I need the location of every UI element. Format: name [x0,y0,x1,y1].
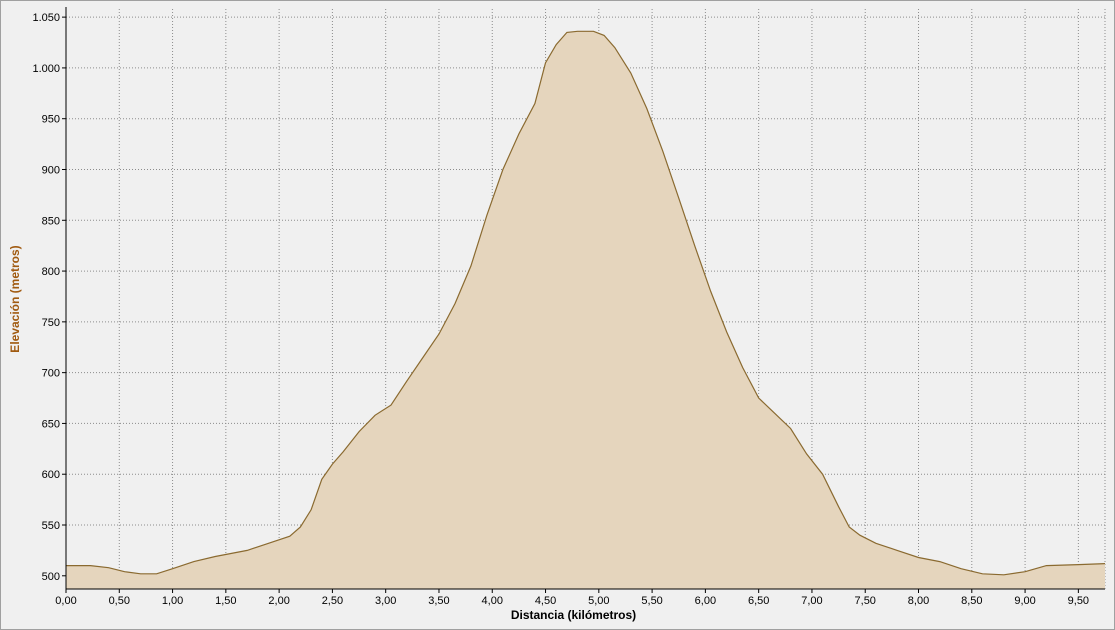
y-tick-label: 550 [42,520,60,532]
x-tick-label: 3,00 [375,595,396,607]
x-tick-label: 4,00 [482,595,503,607]
x-tick-label: 8,50 [961,595,982,607]
x-tick-label: 9,50 [1068,595,1089,607]
y-tick-label: 850 [42,215,60,227]
x-tick-label: 7,50 [855,595,876,607]
y-tick-labels: 500 550 600 650 700 750 800 850 900 950 1.000 1.050 [32,12,60,583]
x-tick-label: 8,00 [908,595,929,607]
y-tick-label: 500 [42,571,60,583]
y-tick-label: 900 [42,164,60,176]
x-tick-label: 6,00 [695,595,716,607]
y-tick-label: 750 [42,317,60,329]
x-tick-labels: 0,00 0,50 1,00 1,50 2,00 2,50 3,00 3,50 4,00 4,50… [55,595,1089,607]
x-tick-label: 7,00 [801,595,822,607]
x-axis-title: Distancia (kilómetros) [511,608,636,622]
x-tick-label: 1,00 [162,595,183,607]
y-tick-label: 1.000 [32,63,60,75]
x-tick-label: 0,50 [109,595,130,607]
y-tick-label: 600 [42,469,60,481]
chart-canvas: 500 550 600 650 700 750 800 850 900 950 1.000 1.050… [8,7,1106,622]
x-tick-label: 5,50 [641,595,662,607]
x-tick-label: 3,50 [428,595,449,607]
elevation-chart: 500 550 600 650 700 750 800 850 900 950 1.000 1.050… [0,0,1115,630]
y-tick-label: 950 [42,114,60,126]
x-tick-label: 6,50 [748,595,769,607]
x-tick-label: 5,00 [588,595,609,607]
x-tick-label: 1,50 [215,595,236,607]
x-tick-label: 4,50 [535,595,556,607]
y-tick-label: 700 [42,368,60,380]
x-tick-label: 9,00 [1014,595,1035,607]
x-tick-label: 2,50 [322,595,343,607]
x-tick-label: 0,00 [55,595,76,607]
elevation-area [66,31,1105,590]
y-axis-title: Elevación (metros) [8,245,22,352]
x-tick-label: 2,00 [268,595,289,607]
y-tick-label: 1.050 [32,12,60,24]
y-tick-label: 800 [42,266,60,278]
y-tick-label: 650 [42,418,60,430]
